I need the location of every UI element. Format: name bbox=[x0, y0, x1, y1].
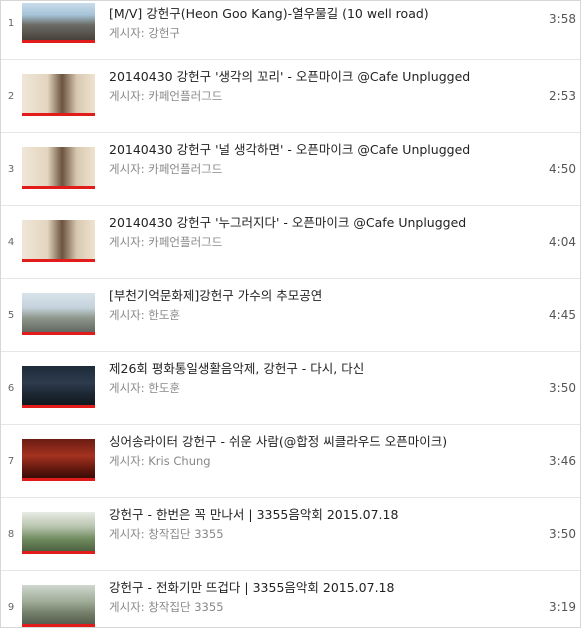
video-uploader: 게시자: 강헌구 bbox=[109, 26, 181, 40]
video-uploader: 게시자: 한도훈 bbox=[109, 381, 181, 395]
video-duration: 4:45 bbox=[549, 308, 576, 322]
watched-progress-bar bbox=[22, 405, 95, 408]
video-title[interactable]: 제26회 평화통일생활음악제, 강헌구 - 다시, 다신 bbox=[109, 358, 529, 377]
video-thumbnail[interactable] bbox=[22, 3, 95, 43]
video-duration: 4:04 bbox=[549, 235, 576, 249]
item-index: 9 bbox=[7, 601, 15, 613]
video-duration: 3:46 bbox=[549, 454, 576, 468]
video-duration: 3:50 bbox=[549, 381, 576, 395]
item-index: 4 bbox=[7, 236, 15, 248]
video-thumbnail[interactable] bbox=[22, 220, 95, 262]
video-title[interactable]: 20140430 강헌구 '누그러지다' - 오픈마이크 @Cafe Unplu… bbox=[109, 212, 529, 231]
video-thumbnail[interactable] bbox=[22, 512, 95, 554]
video-title[interactable]: 싱어송라이터 강헌구 - 쉬운 사람(@합정 씨클라우드 오픈마이크) bbox=[109, 431, 529, 450]
watched-progress-bar bbox=[22, 624, 95, 627]
video-thumbnail[interactable] bbox=[22, 439, 95, 481]
video-duration: 4:50 bbox=[549, 162, 576, 176]
item-index: 7 bbox=[7, 455, 15, 467]
video-title[interactable]: 강헌구 - 전화기만 뜨겁다 | 3355음악회 2015.07.18 bbox=[109, 577, 529, 596]
watched-progress-bar bbox=[22, 186, 95, 189]
playlist-item[interactable]: 9 강헌구 - 전화기만 뜨겁다 | 3355음악회 2015.07.18 게시… bbox=[1, 571, 580, 627]
watched-progress-bar bbox=[22, 332, 95, 335]
video-thumbnail[interactable] bbox=[22, 147, 95, 189]
watched-progress-bar bbox=[22, 113, 95, 116]
video-uploader: 게시자: 카페언플러그드 bbox=[109, 162, 223, 176]
item-index: 5 bbox=[7, 309, 15, 321]
playlist-item[interactable]: 8 강헌구 - 한번은 꼭 만나서 | 3355음악회 2015.07.18 게… bbox=[1, 498, 580, 571]
watched-progress-bar bbox=[22, 40, 95, 43]
playlist-item[interactable]: 3 20140430 강헌구 '널 생각하면' - 오픈마이크 @Cafe Un… bbox=[1, 133, 580, 206]
watched-progress-bar bbox=[22, 478, 95, 481]
video-title[interactable]: [M/V] 강헌구(Heon Goo Kang)-열우물길 (10 well r… bbox=[109, 3, 529, 22]
video-title[interactable]: 20140430 강헌구 '널 생각하면' - 오픈마이크 @Cafe Unpl… bbox=[109, 139, 529, 158]
video-thumbnail[interactable] bbox=[22, 74, 95, 116]
video-uploader: 게시자: Kris Chung bbox=[109, 454, 211, 468]
video-duration: 3:50 bbox=[549, 527, 576, 541]
video-thumbnail[interactable] bbox=[22, 293, 95, 335]
video-thumbnail[interactable] bbox=[22, 585, 95, 627]
item-index: 3 bbox=[7, 163, 15, 175]
video-duration: 3:19 bbox=[549, 600, 576, 614]
item-index: 6 bbox=[7, 382, 15, 394]
watched-progress-bar bbox=[22, 259, 95, 262]
video-duration: 2:53 bbox=[549, 89, 576, 103]
video-duration: 3:58 bbox=[549, 12, 576, 26]
video-uploader: 게시자: 카페언플러그드 bbox=[109, 235, 223, 249]
video-uploader: 게시자: 창작집단 3355 bbox=[109, 527, 224, 541]
watched-progress-bar bbox=[22, 551, 95, 554]
playlist-item[interactable]: 6 제26회 평화통일생활음악제, 강헌구 - 다시, 다신 게시자: 한도훈 … bbox=[1, 352, 580, 425]
playlist-item[interactable]: 7 싱어송라이터 강헌구 - 쉬운 사람(@합정 씨클라우드 오픈마이크) 게시… bbox=[1, 425, 580, 498]
playlist-item[interactable]: 2 20140430 강헌구 '생각의 꼬리' - 오픈마이크 @Cafe Un… bbox=[1, 60, 580, 133]
playlist-item[interactable]: 1 [M/V] 강헌구(Heon Goo Kang)-열우물길 (10 well… bbox=[1, 1, 580, 60]
playlist-item[interactable]: 5 [부천기억문화제]강헌구 가수의 추모공연 게시자: 한도훈 4:45 bbox=[1, 279, 580, 352]
video-uploader: 게시자: 한도훈 bbox=[109, 308, 181, 322]
video-title[interactable]: [부천기억문화제]강헌구 가수의 추모공연 bbox=[109, 285, 529, 304]
playlist-item[interactable]: 4 20140430 강헌구 '누그러지다' - 오픈마이크 @Cafe Unp… bbox=[1, 206, 580, 279]
video-title[interactable]: 20140430 강헌구 '생각의 꼬리' - 오픈마이크 @Cafe Unpl… bbox=[109, 66, 529, 85]
playlist-panel: 1 [M/V] 강헌구(Heon Goo Kang)-열우물길 (10 well… bbox=[0, 0, 581, 628]
video-thumbnail[interactable] bbox=[22, 366, 95, 408]
item-index: 2 bbox=[7, 90, 15, 102]
video-uploader: 게시자: 창작집단 3355 bbox=[109, 600, 224, 614]
video-title[interactable]: 강헌구 - 한번은 꼭 만나서 | 3355음악회 2015.07.18 bbox=[109, 504, 529, 523]
video-uploader: 게시자: 카페언플러그드 bbox=[109, 89, 223, 103]
item-index: 1 bbox=[7, 17, 15, 29]
item-index: 8 bbox=[7, 528, 15, 540]
